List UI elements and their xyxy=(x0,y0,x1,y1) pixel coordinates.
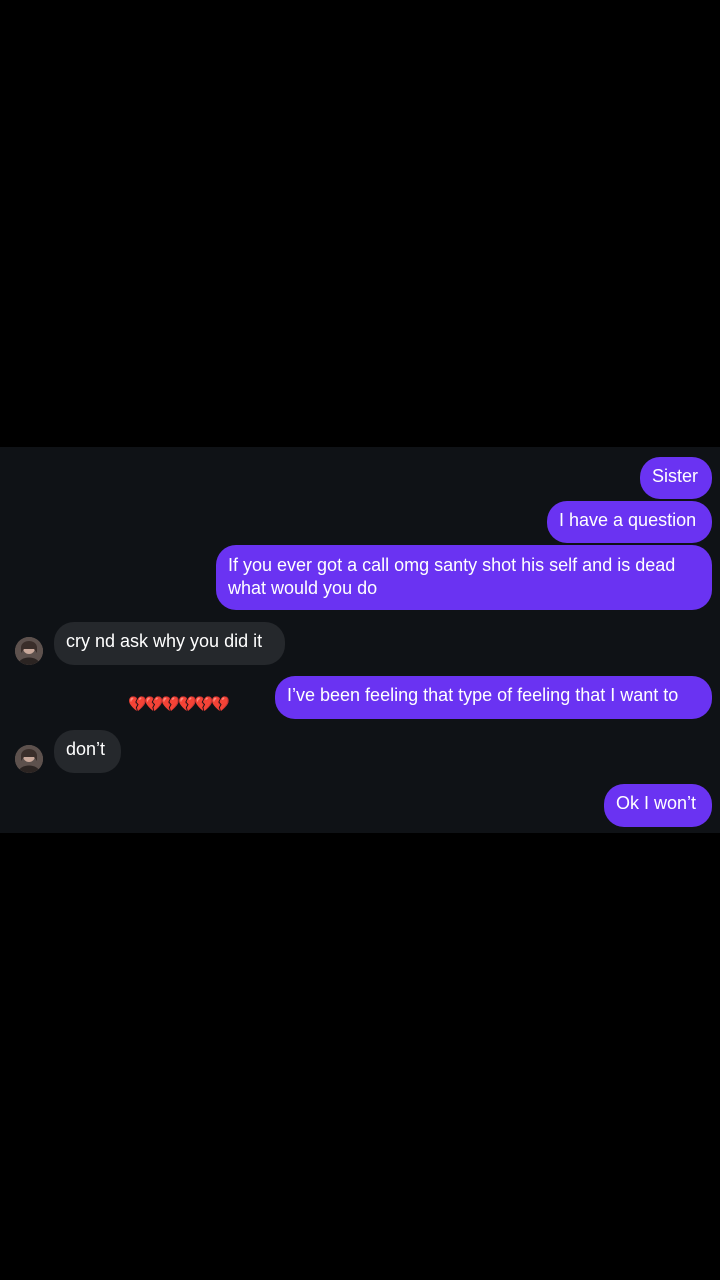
contact-avatar-icon[interactable] xyxy=(15,745,43,773)
message-text: Ok I won’t xyxy=(616,793,697,813)
message-text: Sister xyxy=(652,466,699,486)
message-text: If you ever got a call omg santy shot hi… xyxy=(228,555,676,598)
message-thread[interactable]: Sister I have a question If you ever got… xyxy=(0,447,720,833)
broken-heart-icon: 💔💔💔💔💔💔 xyxy=(128,696,230,713)
outgoing-message-bubble[interactable]: Sister xyxy=(640,457,712,499)
message-text: don’t xyxy=(66,739,106,759)
message-text: cry nd ask why you did it xyxy=(66,631,263,651)
outgoing-message-bubble[interactable]: I’ve been feeling that type of feeling t… xyxy=(275,676,712,719)
outgoing-message-bubble[interactable]: I have a question xyxy=(547,501,712,543)
contact-avatar-icon[interactable] xyxy=(15,637,43,665)
avatar-photo-icon xyxy=(15,745,43,773)
outgoing-message-bubble[interactable]: Ok I won’t xyxy=(604,784,712,827)
incoming-message-bubble[interactable]: cry nd ask why you did it xyxy=(54,622,285,665)
avatar-photo-icon xyxy=(15,637,43,665)
reaction-row[interactable]: 💔💔💔💔💔💔 xyxy=(128,695,230,715)
incoming-message-bubble[interactable]: don’t xyxy=(54,730,121,773)
screen: Sister I have a question If you ever got… xyxy=(0,0,720,1280)
message-text: I’ve been feeling that type of feeling t… xyxy=(287,685,679,705)
outgoing-message-bubble[interactable]: If you ever got a call omg santy shot hi… xyxy=(216,545,712,610)
message-text: I have a question xyxy=(559,510,697,530)
